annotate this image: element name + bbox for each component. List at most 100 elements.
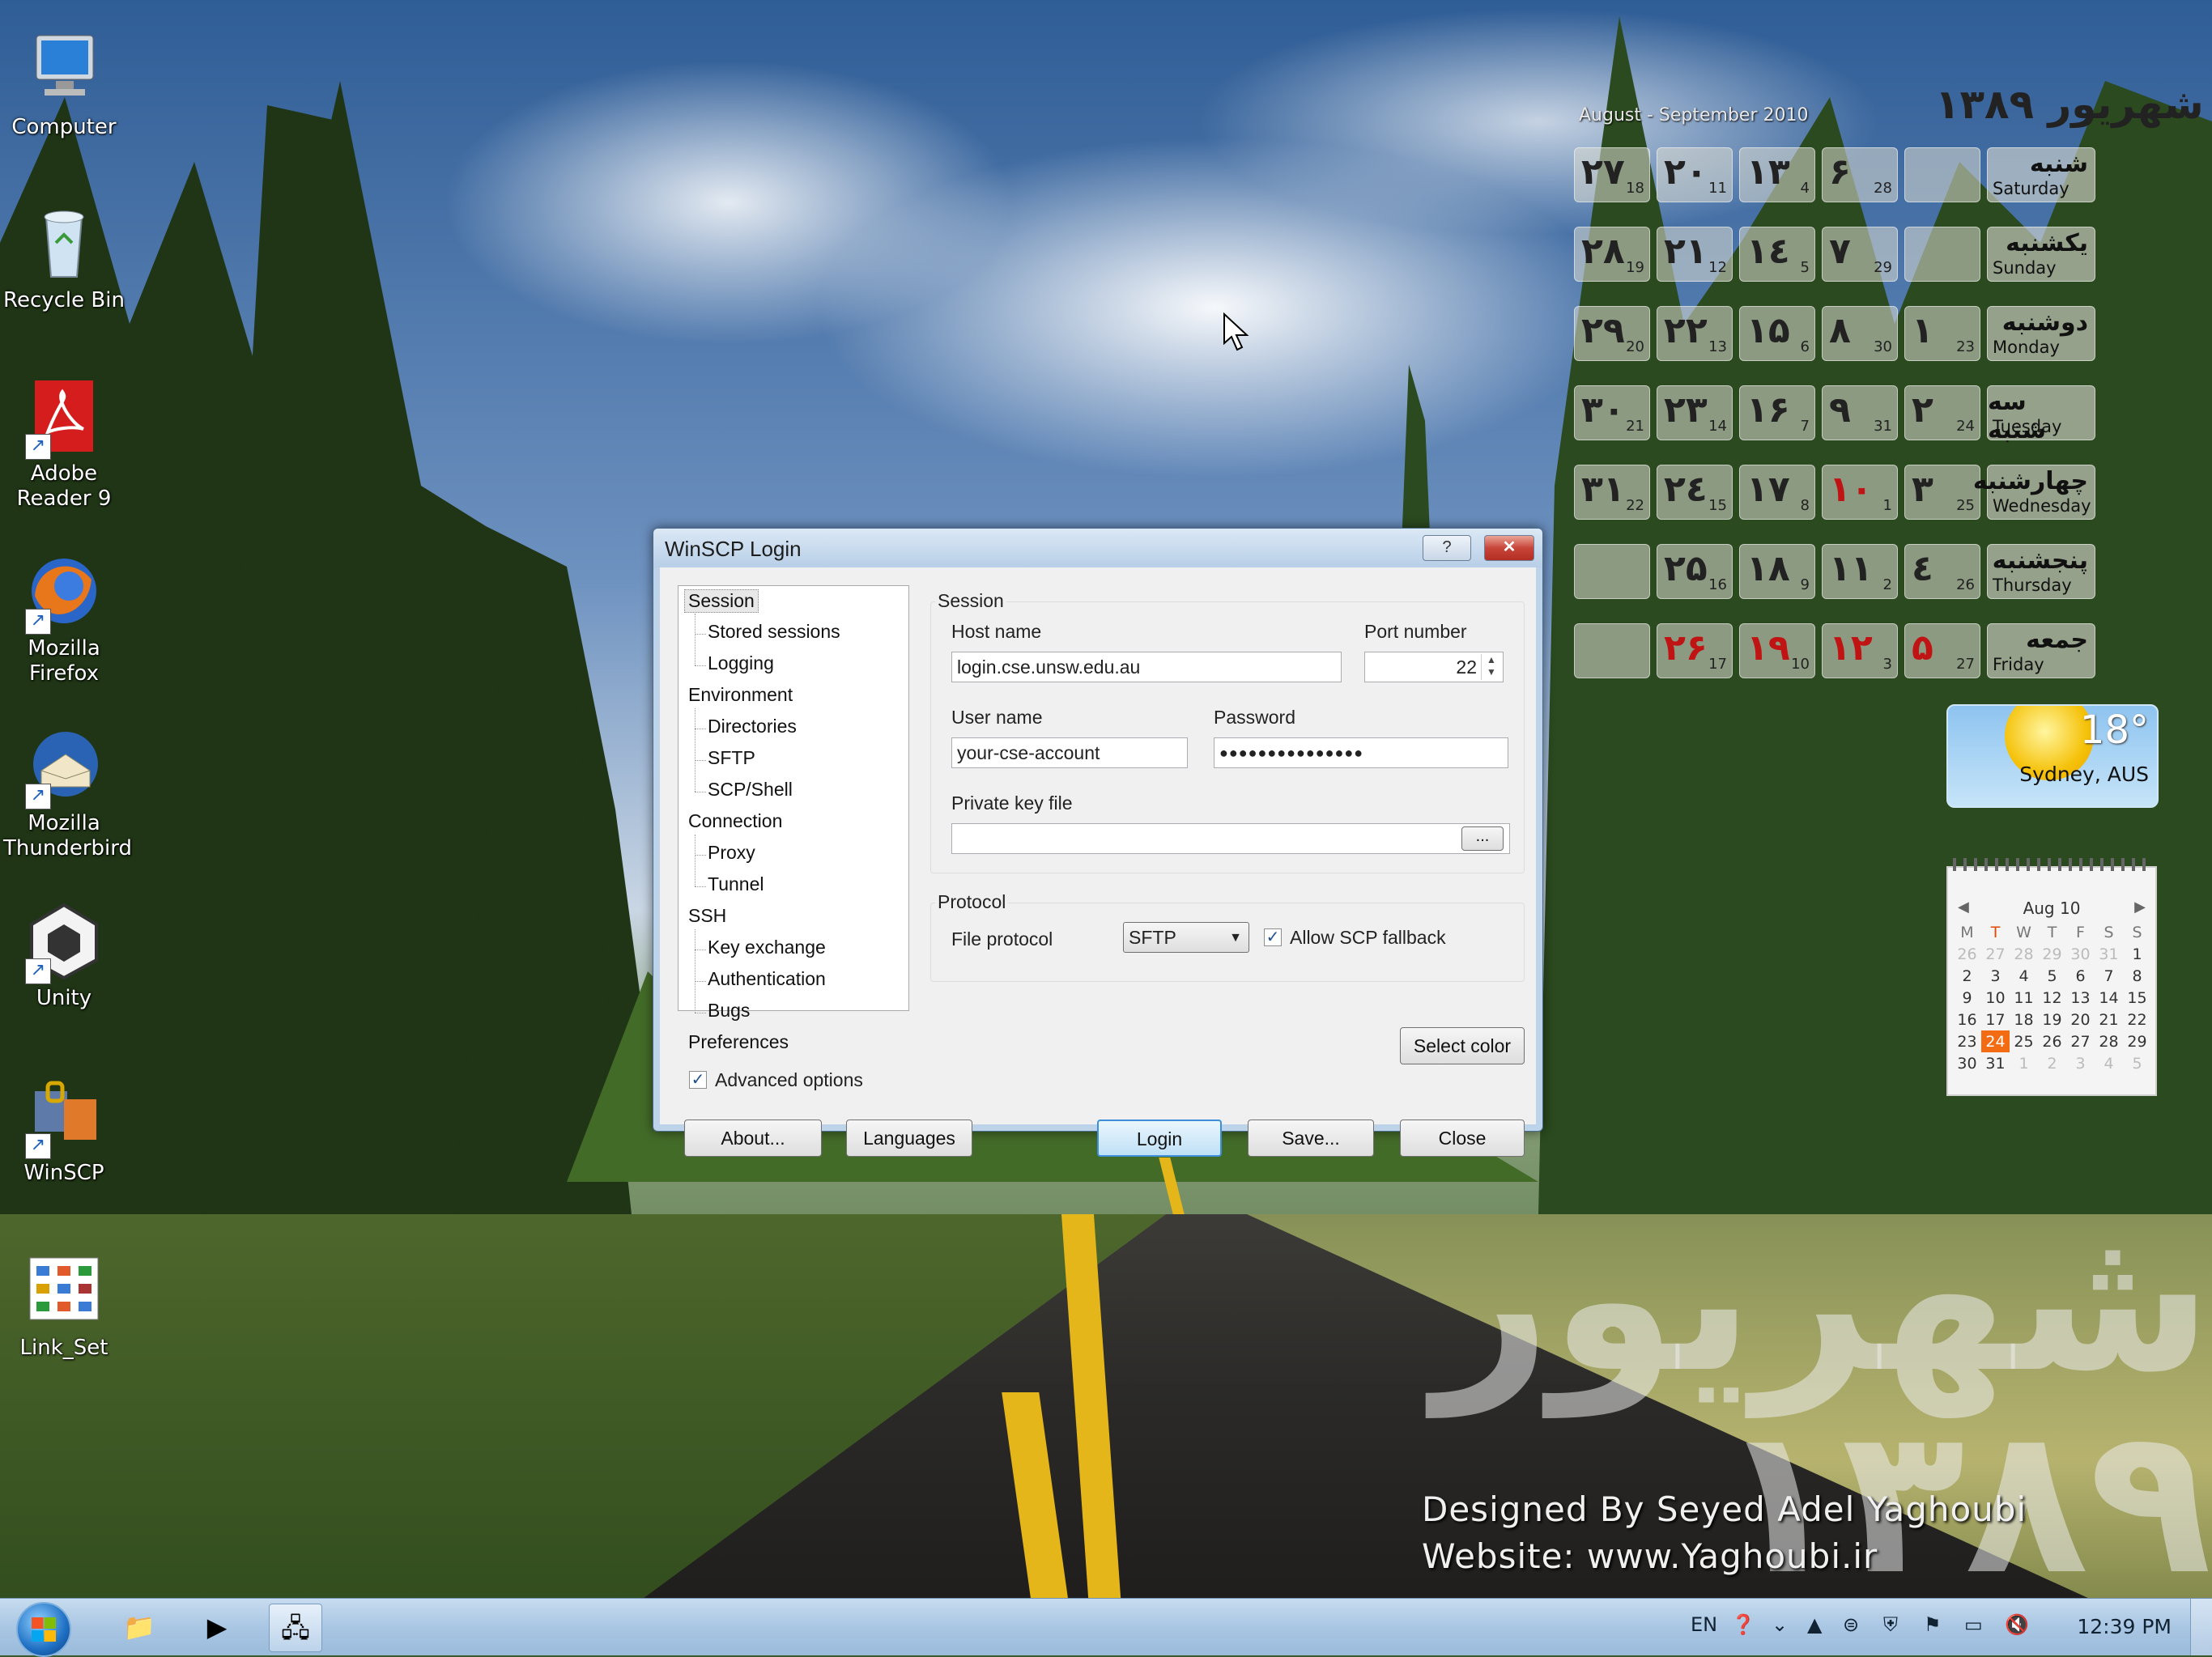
language-indicator[interactable]: EN (1691, 1613, 1717, 1636)
mini-calendar-day[interactable]: 2 (1953, 965, 1981, 987)
mini-calendar-day[interactable]: 2 (2038, 1052, 2066, 1074)
tree-item-bugs[interactable]: Bugs (708, 1000, 750, 1022)
volume-muted-icon[interactable]: 🔇 (2005, 1613, 2029, 1636)
mini-calendar-day[interactable]: 22 (2123, 1009, 2151, 1030)
close-button[interactable]: Close (1400, 1120, 1525, 1157)
desktop-icon-winscp[interactable]: ↗ WinSCP (3, 1075, 125, 1186)
file-protocol-select[interactable]: SFTP ▼ (1123, 922, 1249, 953)
mini-calendar-day[interactable]: 26 (2038, 1030, 2066, 1052)
mini-calendar-day[interactable]: 4 (2010, 965, 2038, 987)
host-name-input[interactable]: login.cse.unsw.edu.au (951, 652, 1342, 682)
desktop-icon-unity[interactable]: ↗ Unity (3, 900, 125, 1011)
mini-calendar-day[interactable]: 21 (2095, 1009, 2123, 1030)
mini-calendar-day[interactable]: 1 (2123, 943, 2151, 965)
mini-calendar-day[interactable]: 6 (2066, 965, 2095, 987)
mini-calendar-next-icon[interactable]: ▶ (2134, 899, 2146, 916)
advanced-options-checkbox[interactable]: ✓ (689, 1071, 707, 1089)
winscp-taskbar-icon[interactable]: 🖧 (269, 1604, 322, 1652)
mini-calendar-day[interactable]: 25 (2010, 1030, 2038, 1052)
help-tray-icon[interactable]: ❓ (1731, 1613, 1755, 1636)
options-tray-icon[interactable]: ⌄ (1772, 1613, 1788, 1636)
mini-calendar-day[interactable]: 11 (2010, 987, 2038, 1009)
mini-calendar-day[interactable]: 3 (1981, 965, 2010, 987)
monitor-tray-icon[interactable]: ▭ (1964, 1613, 1983, 1636)
about-button[interactable]: About... (684, 1120, 822, 1157)
explorer-taskbar-icon[interactable]: 📁 (113, 1604, 165, 1651)
tree-item-session[interactable]: Session (684, 589, 759, 613)
desktop-icon-thunderbird[interactable]: ↗ Mozilla Thunderbird (3, 725, 132, 861)
save-button[interactable]: Save... (1248, 1120, 1374, 1157)
mini-calendar-day[interactable]: 15 (2123, 987, 2151, 1009)
mini-calendar-day[interactable]: 29 (2038, 943, 2066, 965)
tree-item-proxy[interactable]: Proxy (708, 842, 755, 864)
show-desktop-button[interactable] (2190, 1599, 2212, 1655)
navigation-tree[interactable]: Session Stored sessions Logging Environment… (678, 585, 909, 1052)
private-key-input[interactable] (951, 823, 1510, 854)
port-number-input[interactable]: 22 ▲ ▼ (1364, 652, 1504, 682)
browse-key-button[interactable]: ... (1461, 826, 1504, 851)
mini-calendar-day[interactable]: 31 (1981, 1052, 2010, 1074)
mini-calendar-day[interactable]: 24 (1981, 1030, 2010, 1052)
allow-scp-fallback-checkbox[interactable]: ✓ (1264, 928, 1282, 946)
tree-item-stored-sessions[interactable]: Stored sessions (708, 621, 840, 643)
mini-calendar-day[interactable]: 31 (2095, 943, 2123, 965)
mini-calendar-day[interactable]: 19 (2038, 1009, 2066, 1030)
mini-calendar-day[interactable]: 10 (1981, 987, 2010, 1009)
mini-calendar-day[interactable]: 12 (2038, 987, 2066, 1009)
flag-tray-icon[interactable]: ⚑ (1924, 1613, 1942, 1636)
tree-item-authentication[interactable]: Authentication (708, 968, 826, 990)
mini-calendar-day[interactable]: 16 (1953, 1009, 1981, 1030)
desktop-icon-firefox[interactable]: ↗ Mozilla Firefox (3, 550, 125, 686)
mini-calendar-gadget[interactable]: ◀ Aug 10 ▶ M T W T F S S 26 27 28 29 30 31 1 2 3 4 5 6 7 8 9 1… (1946, 858, 2157, 1096)
mini-calendar-day[interactable]: 20 (2066, 1009, 2095, 1030)
tree-item-directories[interactable]: Directories (708, 716, 797, 737)
dialog-titlebar[interactable]: WinSCP Login ? ✕ (653, 529, 1542, 567)
shield-tray-icon[interactable]: ⛨ (1883, 1613, 1898, 1636)
mini-calendar-day[interactable]: 7 (2095, 965, 2123, 987)
mini-calendar-day[interactable]: 28 (2095, 1030, 2123, 1052)
tree-item-key-exchange[interactable]: Key exchange (708, 937, 826, 958)
tree-item-logging[interactable]: Logging (708, 652, 774, 674)
start-button[interactable] (16, 1602, 71, 1657)
mini-calendar-day[interactable]: 28 (2010, 943, 2038, 965)
mini-calendar-day[interactable]: 5 (2038, 965, 2066, 987)
tree-item-sftp[interactable]: SFTP (708, 747, 755, 769)
select-color-button[interactable]: Select color (1400, 1027, 1525, 1064)
desktop-icon-link-set[interactable]: Link_Set (3, 1250, 125, 1361)
mini-calendar-day[interactable]: 14 (2095, 987, 2123, 1009)
tree-item-scp-shell[interactable]: SCP/Shell (708, 779, 793, 801)
tree-item-tunnel[interactable]: Tunnel (708, 873, 764, 895)
show-hidden-icons-icon[interactable]: ▲ (1807, 1613, 1822, 1636)
languages-button[interactable]: Languages (846, 1120, 972, 1157)
tree-item-preferences[interactable]: Preferences (688, 1031, 789, 1053)
port-spinner-icon[interactable]: ▲ ▼ (1481, 654, 1501, 680)
mini-calendar-day[interactable]: 26 (1953, 943, 1981, 965)
mini-calendar-day[interactable]: 17 (1981, 1009, 2010, 1030)
mini-calendar-day[interactable]: 18 (2010, 1009, 2038, 1030)
password-input[interactable]: ●●●●●●●●●●●●●●● (1214, 737, 1508, 768)
mini-calendar-day[interactable]: 8 (2123, 965, 2151, 987)
mini-calendar-day[interactable]: 30 (2066, 943, 2095, 965)
taskbar-clock[interactable]: 12:39 PM (2077, 1615, 2172, 1638)
desktop-icon-computer[interactable]: Computer (3, 29, 125, 140)
mini-calendar-day[interactable]: 5 (2123, 1052, 2151, 1074)
weather-gadget[interactable]: 18° Sydney, AUS (1946, 704, 2159, 808)
tree-item-environment[interactable]: Environment (688, 684, 793, 706)
mini-calendar-day[interactable]: 9 (1953, 987, 1981, 1009)
mini-calendar-day[interactable]: 29 (2123, 1030, 2151, 1052)
desktop-icon-adobe-reader[interactable]: ↗ Adobe Reader 9 (3, 376, 125, 512)
network-tray-icon[interactable]: ⊜ (1843, 1613, 1859, 1636)
mini-calendar-day[interactable]: 4 (2095, 1052, 2123, 1074)
login-button[interactable]: Login (1097, 1120, 1222, 1157)
mini-calendar-day[interactable]: 13 (2066, 987, 2095, 1009)
close-window-button[interactable]: ✕ (1484, 535, 1534, 561)
mini-calendar-day[interactable]: 27 (1981, 943, 2010, 965)
mini-calendar-day[interactable]: 30 (1953, 1052, 1981, 1074)
mini-calendar-day[interactable]: 23 (1953, 1030, 1981, 1052)
tree-item-connection[interactable]: Connection (688, 810, 782, 832)
mini-calendar-day[interactable]: 27 (2066, 1030, 2095, 1052)
tree-item-ssh[interactable]: SSH (688, 905, 726, 927)
help-button[interactable]: ? (1423, 535, 1471, 561)
media-player-taskbar-icon[interactable]: ▶ (191, 1604, 243, 1651)
desktop-icon-recycle-bin[interactable]: Recycle Bin (3, 202, 125, 313)
